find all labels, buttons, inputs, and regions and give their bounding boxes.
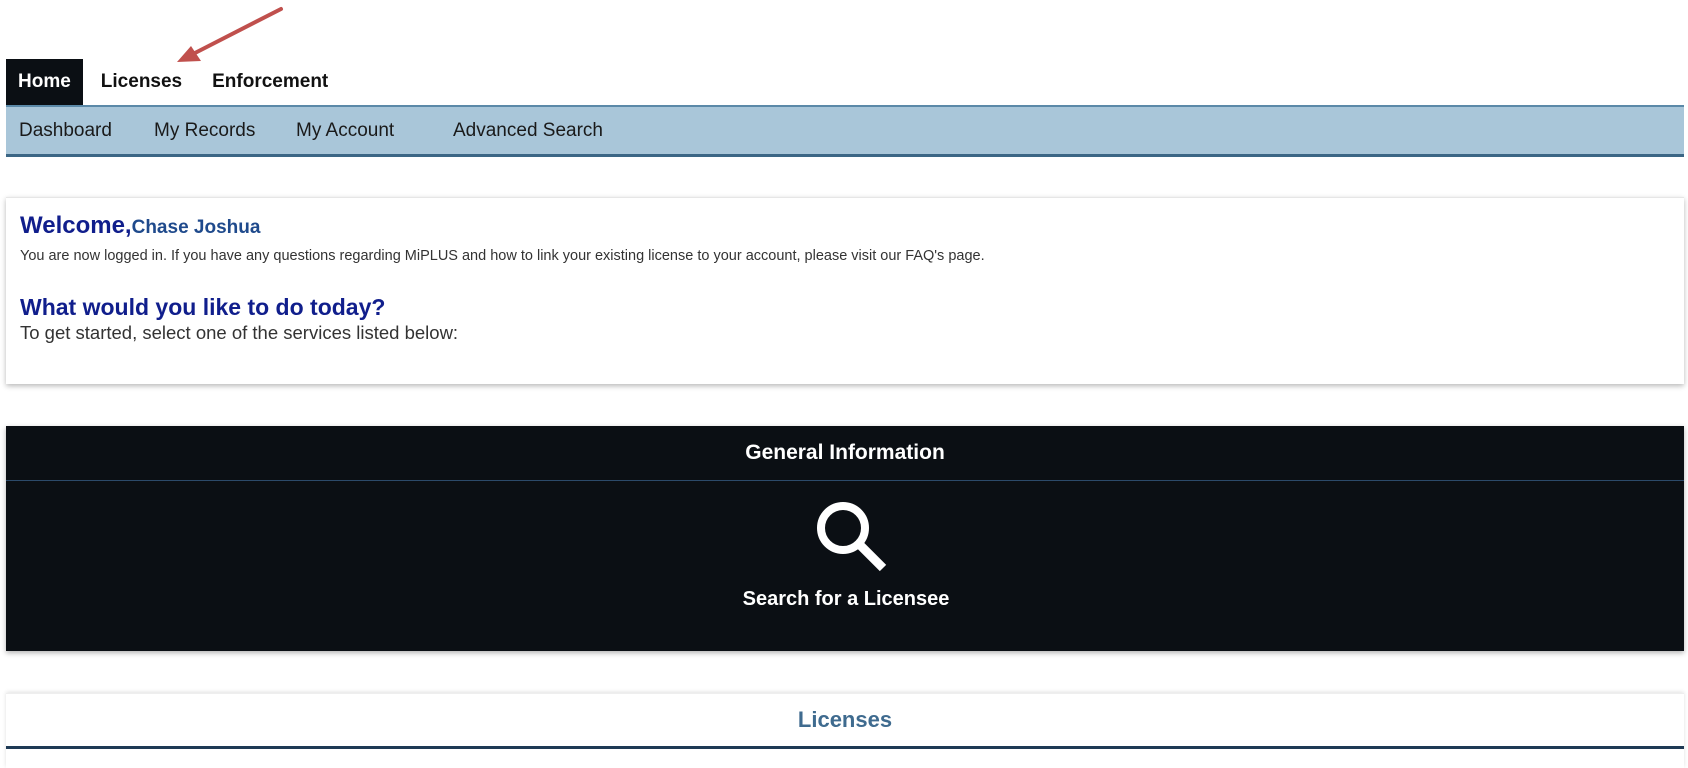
today-instruction: To get started, select one of the servic… <box>20 322 459 343</box>
subnav-my-account[interactable]: My Account <box>296 107 394 154</box>
annotation-arrow-icon <box>177 7 283 62</box>
general-information-panel: General Information Search for a License… <box>6 426 1684 651</box>
tab-enforcement[interactable]: Enforcement <box>200 59 340 105</box>
licenses-section-title: Licenses <box>6 694 1684 749</box>
tab-home[interactable]: Home <box>6 59 83 113</box>
welcome-line: Welcome,Chase Joshua <box>20 212 260 240</box>
search-licensee-tile[interactable]: Search for a Licensee <box>726 488 966 648</box>
licenses-section: Licenses <box>6 693 1684 768</box>
welcome-greeting: Welcome, <box>20 212 132 239</box>
welcome-card: Welcome,Chase Joshua You are now logged … <box>6 197 1684 384</box>
tab-licenses[interactable]: Licenses <box>89 59 194 105</box>
main-nav: Home Licenses Enforcement <box>6 59 340 113</box>
general-information-title: General Information <box>6 426 1684 481</box>
user-name: Chase Joshua <box>131 217 261 238</box>
subnav-advanced-search[interactable]: Advanced Search <box>453 107 603 154</box>
sub-nav: Dashboard My Records My Account Advanced… <box>6 105 1684 157</box>
subnav-dashboard[interactable]: Dashboard <box>19 107 112 154</box>
subnav-my-records[interactable]: My Records <box>154 107 255 154</box>
welcome-message: You are now logged in. If you have any q… <box>20 248 985 264</box>
today-heading: What would you like to do today? <box>20 294 386 320</box>
search-icon <box>817 502 887 572</box>
search-licensee-label: Search for a Licensee <box>742 588 950 610</box>
